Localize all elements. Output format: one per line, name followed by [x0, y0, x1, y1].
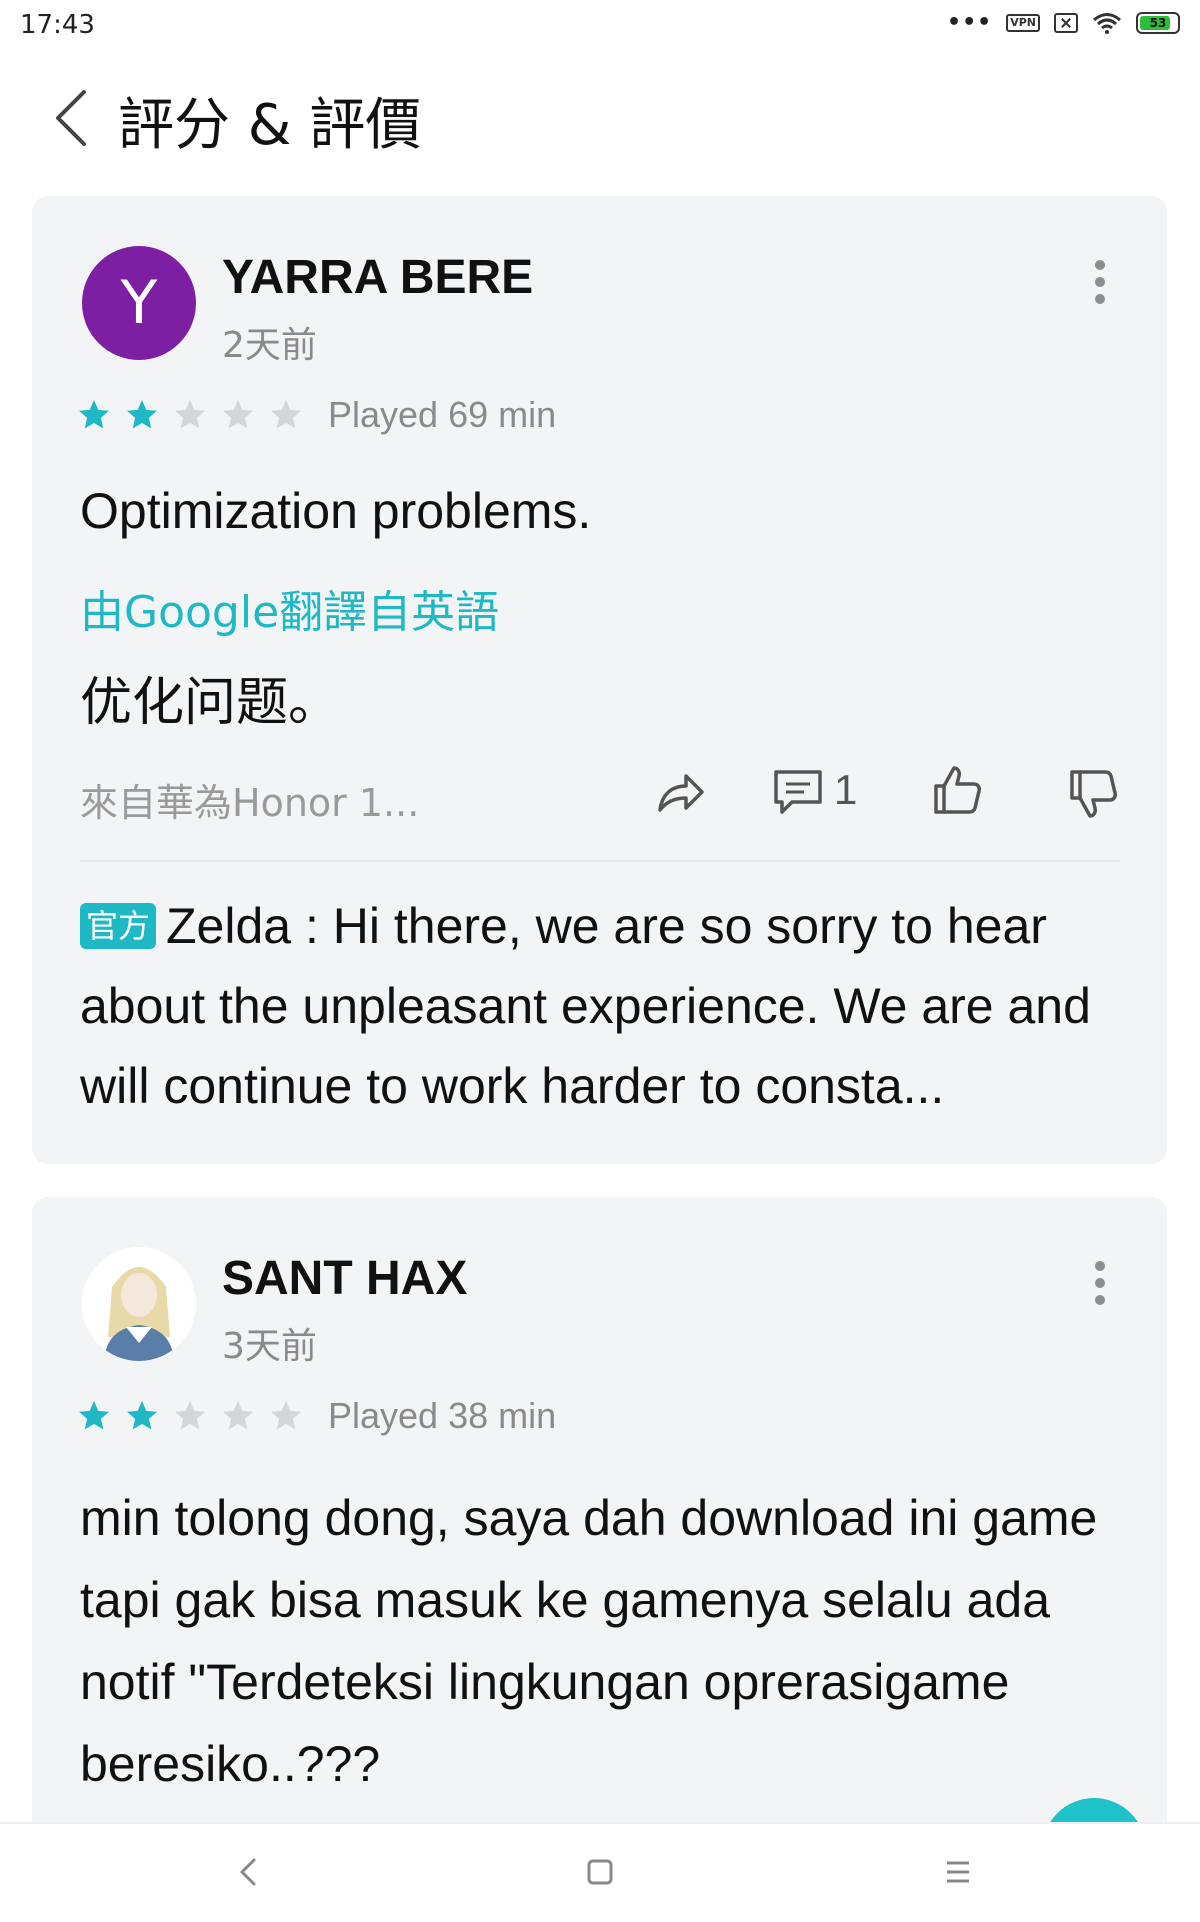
- status-bar: 17:43 ••• VPN 53: [0, 0, 1200, 52]
- page-header: 評分 & 評價: [0, 70, 1200, 170]
- page-title: 評分 & 評價: [118, 93, 422, 158]
- review-card: Y YARRA BERE 2天前 Played 69 min Optimizat…: [32, 196, 1167, 1164]
- thumbs-up-icon[interactable]: [930, 762, 986, 818]
- star-icon: [79, 400, 109, 429]
- rating-stars: Played 38 min: [76, 1395, 556, 1437]
- review-text: min tolong dong, saya dah download ini g…: [80, 1490, 1098, 1792]
- star-icon: [271, 1401, 301, 1430]
- more-options-icon[interactable]: [1095, 1261, 1107, 1305]
- official-badge: 官方: [80, 903, 157, 949]
- star-icon: [127, 1401, 157, 1430]
- translation-note[interactable]: 由Google翻譯自英語: [80, 576, 499, 640]
- more-options-icon[interactable]: [1095, 260, 1107, 304]
- review-time: 3天前: [222, 1326, 317, 1367]
- comment-icon[interactable]: [770, 764, 826, 820]
- review-username[interactable]: YARRA BERE: [222, 250, 533, 305]
- review-time: 2天前: [222, 325, 317, 366]
- review-username[interactable]: SANT HAX: [222, 1251, 467, 1306]
- close-box-icon: [1054, 13, 1078, 33]
- review-text: Optimization problems.: [80, 483, 592, 539]
- star-icon: [223, 1401, 253, 1430]
- share-icon[interactable]: [652, 764, 708, 820]
- played-time: Played 38 min: [328, 1395, 557, 1436]
- rating-stars: Played 69 min: [76, 394, 556, 436]
- played-time: Played 69 min: [328, 394, 557, 435]
- star-icon: [127, 400, 157, 429]
- star-icon: [271, 400, 301, 429]
- star-icon: [175, 400, 205, 429]
- comment-count[interactable]: 1: [834, 766, 857, 814]
- system-nav-bar: [0, 1822, 1200, 1922]
- review-card: SANT HAX 3天前 Played 38 min min tolong do…: [32, 1197, 1167, 1897]
- anime-character-avatar: [82, 1247, 196, 1361]
- back-nav-icon[interactable]: [228, 1852, 268, 1892]
- translated-text: 优化问题。: [80, 673, 341, 733]
- battery-icon: 53: [1136, 12, 1180, 34]
- chevron-left-icon[interactable]: [50, 88, 94, 148]
- more-dots-icon: •••: [947, 10, 993, 35]
- status-icons: ••• VPN 53: [947, 12, 1180, 34]
- divider: [80, 860, 1120, 862]
- official-reply[interactable]: 官方 Zelda : Hi there, we are so sorry to h…: [80, 886, 1140, 1126]
- star-icon: [175, 1401, 205, 1430]
- menu-nav-icon[interactable]: [938, 1852, 978, 1892]
- vpn-icon: VPN: [1006, 14, 1040, 32]
- home-nav-icon[interactable]: [580, 1852, 620, 1892]
- star-icon: [79, 1401, 109, 1430]
- device-info: 來自華為Honor 1...: [80, 781, 420, 825]
- star-icon: [223, 400, 253, 429]
- thumbs-down-icon[interactable]: [1066, 766, 1122, 822]
- avatar[interactable]: [82, 1247, 196, 1361]
- wifi-icon: [1093, 13, 1121, 34]
- avatar[interactable]: Y: [82, 246, 196, 360]
- status-time: 17:43: [20, 10, 95, 40]
- reply-text: Zelda : Hi there, we are so sorry to hea…: [80, 898, 1091, 1114]
